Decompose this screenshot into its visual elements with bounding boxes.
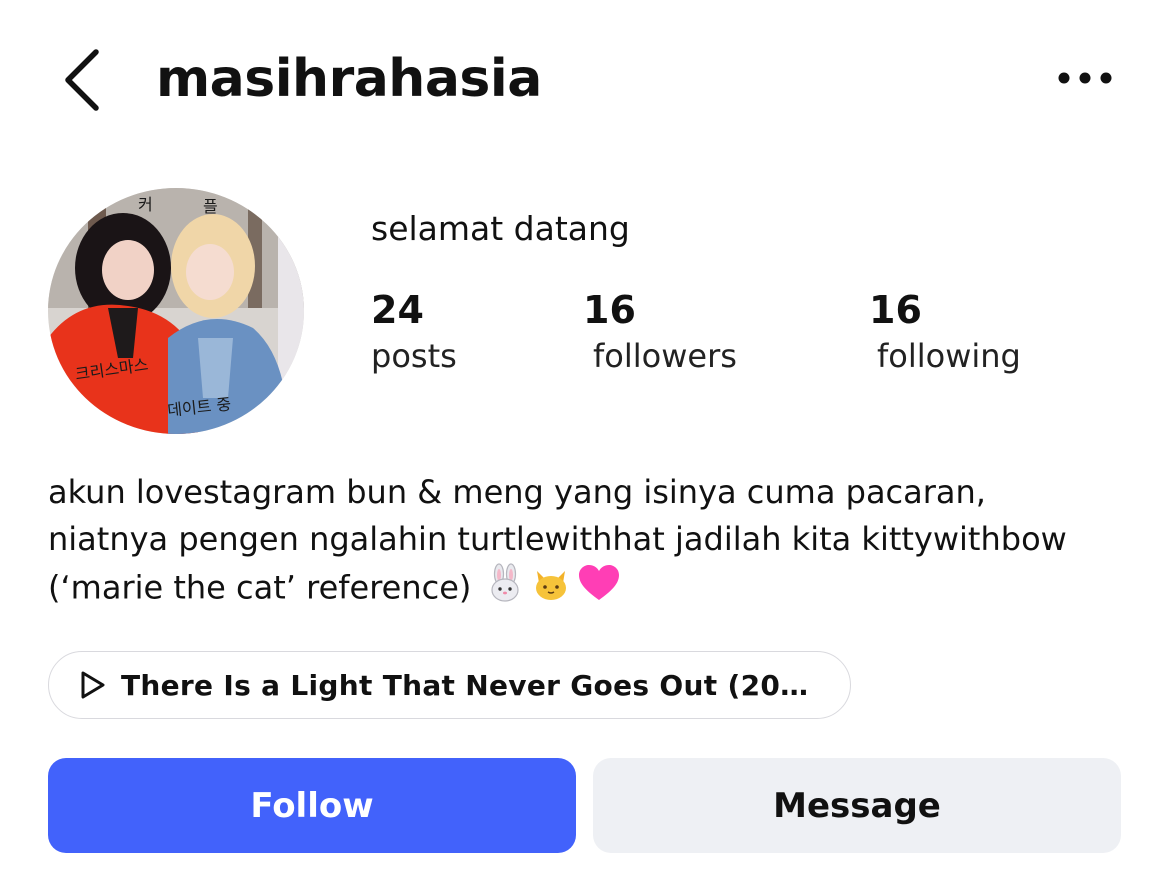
stat-posts[interactable]: 24 posts <box>371 286 457 378</box>
svg-text:플: 플 <box>203 197 218 216</box>
stat-following-count: 16 <box>869 288 922 332</box>
stat-followers-count: 16 <box>583 288 636 332</box>
bio-line: niatnya pengen ngalahin turtlewithhat ja… <box>48 520 1067 558</box>
profile-avatar[interactable]: 크리스마스 데이트 중 커 플 <box>48 188 304 434</box>
bio-line-text: (‘marie the cat’ reference) <box>48 568 472 607</box>
play-icon <box>81 671 105 699</box>
bio-line-last: (‘marie the cat’ reference) <box>48 563 1138 616</box>
message-button[interactable]: Message <box>593 758 1121 853</box>
stat-posts-count: 24 <box>371 288 424 332</box>
stat-followers-label: followers <box>593 337 737 375</box>
stat-following-label: following <box>877 337 1021 375</box>
music-title: There Is a Light That Never Goes Out (20… <box>121 668 821 702</box>
cat-face-icon <box>531 563 571 616</box>
stat-posts-label: posts <box>371 337 457 375</box>
stat-following[interactable]: 16 following <box>869 286 1021 378</box>
pink-heart-icon <box>577 563 621 616</box>
profile-display-name: selamat datang <box>371 209 630 248</box>
back-button[interactable] <box>56 44 116 114</box>
more-options-button[interactable] <box>1052 56 1118 100</box>
svg-text:커: 커 <box>138 195 153 214</box>
ellipsis-horizontal-icon <box>1058 72 1112 84</box>
profile-music-pill[interactable]: There Is a Light That Never Goes Out (20… <box>48 651 851 719</box>
rabbit-face-icon <box>485 563 525 616</box>
profile-bio: akun lovestagram bun & meng yang isinya … <box>48 469 1138 616</box>
follow-button[interactable]: Follow <box>48 758 576 853</box>
stat-followers[interactable]: 16 followers <box>583 286 737 378</box>
chevron-left-icon <box>65 49 99 111</box>
bio-line: akun lovestagram bun & meng yang isinya … <box>48 473 986 511</box>
profile-username: masihrahasia <box>156 49 542 109</box>
avatar-image: 크리스마스 데이트 중 커 플 <box>48 188 304 434</box>
